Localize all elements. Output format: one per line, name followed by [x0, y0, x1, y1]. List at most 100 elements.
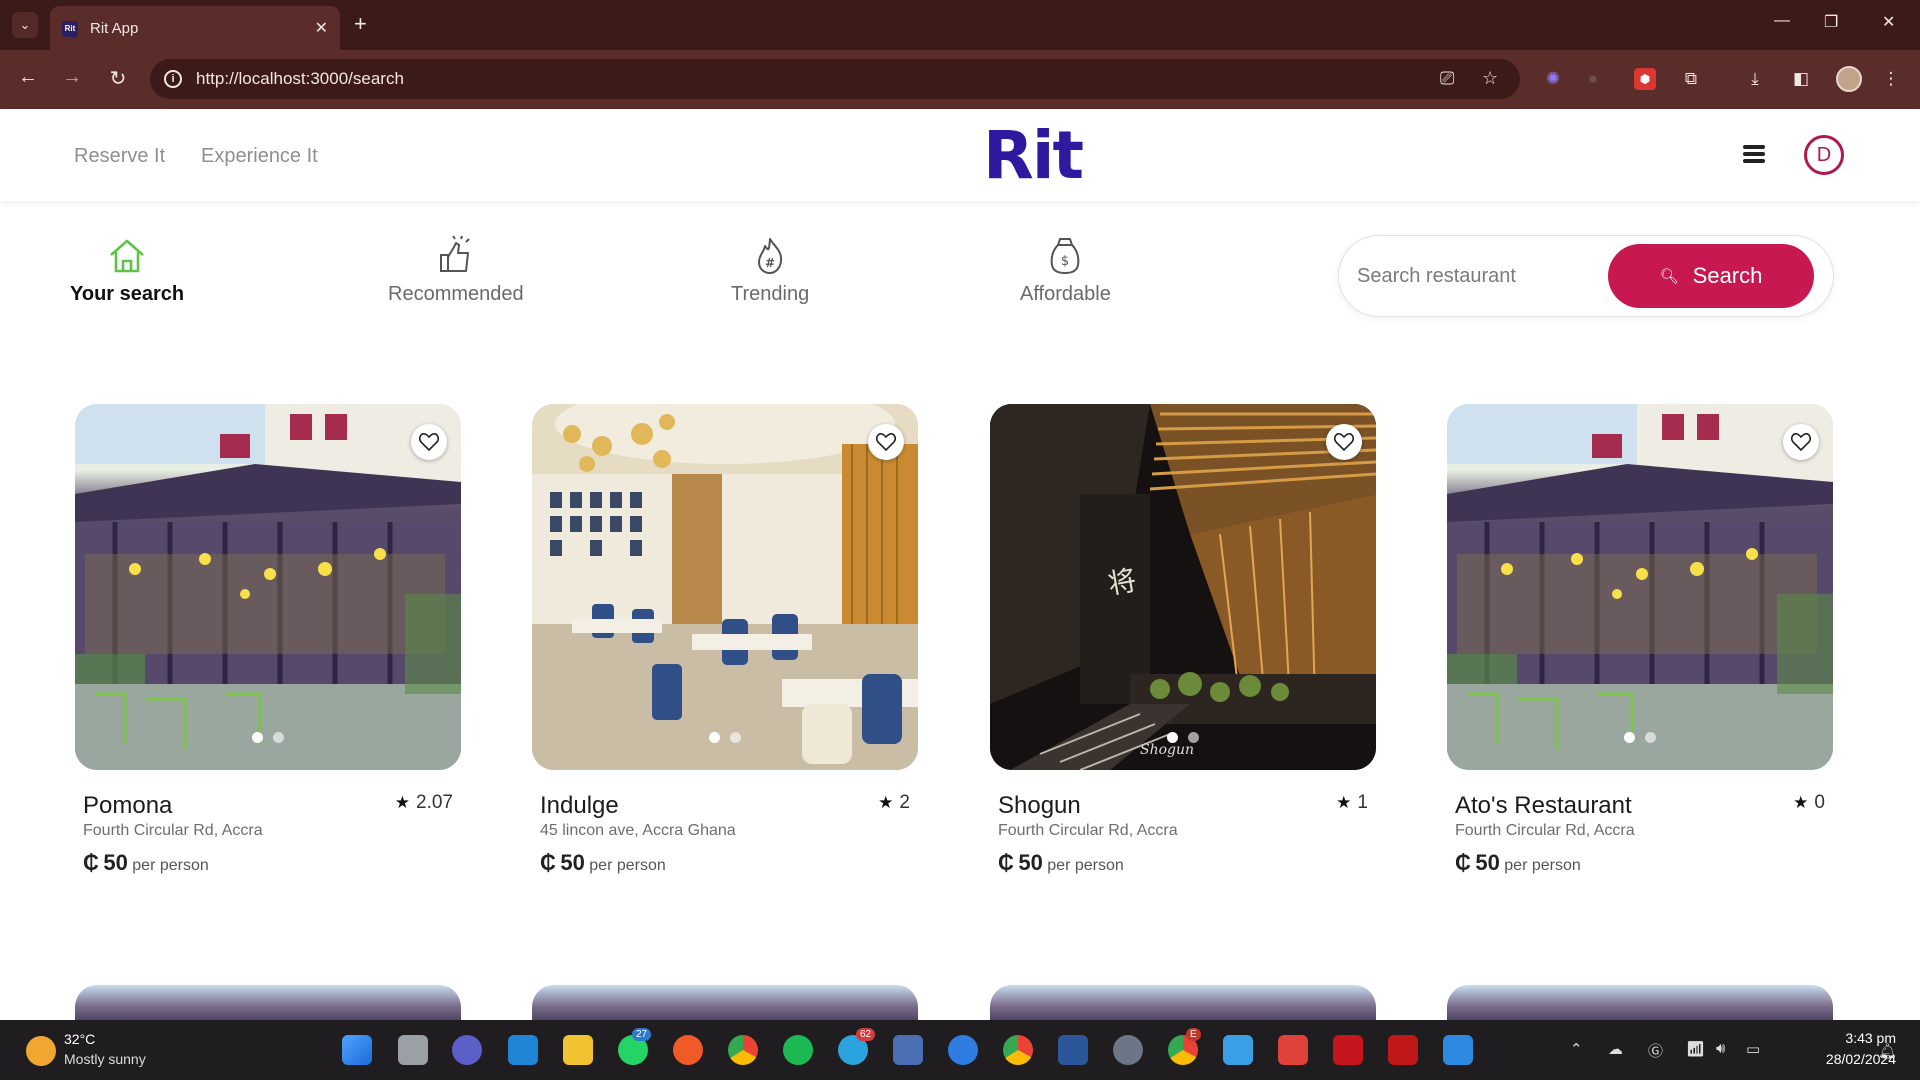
remote-desktop-icon[interactable] [893, 1035, 923, 1065]
restaurant-card-partial[interactable] [990, 985, 1376, 1021]
windows-taskbar: 32°C Mostly sunny 27 62 E ⌃ ☁ Ⓖ 📶︎ 🔊︎ ▭ … [0, 1020, 1920, 1080]
restaurant-card-partial[interactable] [75, 985, 461, 1021]
file-explorer-icon[interactable] [563, 1035, 593, 1065]
side-panel-icon[interactable]: ◧ [1790, 68, 1812, 90]
reload-button[interactable]: ↻ [104, 66, 132, 91]
search-input[interactable] [1357, 258, 1607, 294]
browser-tab[interactable]: Rit Rit App ✕ [50, 6, 340, 50]
battery-icon[interactable]: ▭ [1746, 1040, 1760, 1058]
onedrive-icon[interactable]: ☁ [1608, 1040, 1623, 1058]
category-your-search[interactable]: Your search [70, 235, 184, 306]
price-amount: 50 [1475, 850, 1500, 875]
restaurant-card-partial[interactable] [532, 985, 918, 1021]
restaurant-photo[interactable] [75, 404, 461, 770]
app-header: Reserve It Experience It Rit D [0, 109, 1920, 201]
restaurant-name[interactable]: Shogun [998, 792, 1081, 820]
nav-link-reserve-it[interactable]: Reserve It [74, 145, 165, 168]
grammarly-tray-icon[interactable]: Ⓖ [1648, 1040, 1663, 1061]
weather-temperature[interactable]: 32°C [64, 1031, 95, 1047]
favorite-heart-icon[interactable] [868, 424, 904, 460]
rating-value: 1 [1357, 792, 1368, 813]
category-trending[interactable]: # Trending [731, 235, 809, 306]
close-window-button[interactable]: ✕ [1882, 12, 1895, 32]
search-button[interactable]: 🔍︎ Search [1608, 244, 1814, 308]
start-menu-icon[interactable] [342, 1035, 372, 1065]
restaurant-name[interactable]: Ato's Restaurant [1455, 792, 1632, 820]
category-affordable[interactable]: $ Affordable [1020, 235, 1111, 306]
tab-search-button[interactable]: ⌄ [12, 12, 38, 38]
extensions-puzzle-icon[interactable]: ⧉ [1680, 68, 1702, 90]
user-avatar[interactable]: D [1804, 135, 1844, 175]
notepad-icon[interactable] [1223, 1035, 1253, 1065]
restaurant-photo[interactable]: 将 Shogun [990, 404, 1376, 770]
address-bar[interactable]: i http://localhost:3000/search ⎚ ☆ [150, 59, 1520, 99]
mcafee-icon[interactable] [1388, 1035, 1418, 1065]
category-label: Your search [70, 283, 185, 305]
restaurant-name[interactable]: Indulge [540, 792, 619, 820]
rating-value: 0 [1814, 792, 1825, 813]
nav-link-experience-it[interactable]: Experience It [201, 145, 318, 168]
category-label: Trending [731, 283, 810, 305]
favorite-heart-icon[interactable] [1326, 424, 1362, 460]
favorite-heart-icon[interactable] [411, 424, 447, 460]
photos-icon[interactable] [1443, 1035, 1473, 1065]
notification-bell-icon[interactable]: 🔔︎ [1878, 1042, 1897, 1060]
anydesk-icon[interactable] [1278, 1035, 1308, 1065]
favorite-heart-icon[interactable] [1783, 424, 1819, 460]
grammarly-icon[interactable] [948, 1035, 978, 1065]
restaurant-card[interactable]: Pomona ★ 2.07 Fourth Circular Rd, Accra ₵… [75, 404, 461, 875]
price-amount: 50 [103, 850, 128, 875]
install-app-icon[interactable]: ⎚ [1440, 68, 1454, 89]
teams-chat-icon[interactable] [452, 1035, 482, 1065]
rit-logo[interactable]: Rit [983, 117, 1084, 194]
acrobat-icon[interactable] [1333, 1035, 1363, 1065]
category-recommended[interactable]: Recommended [388, 235, 524, 306]
spotify-icon[interactable] [783, 1035, 813, 1065]
close-tab-icon[interactable]: ✕ [315, 18, 328, 38]
more-menu-icon[interactable]: ⋮ [1880, 68, 1902, 90]
restaurant-rating: ★ 2.07 [395, 792, 453, 814]
carousel-dots[interactable] [1162, 730, 1204, 748]
downloads-icon[interactable]: ⤓ [1744, 68, 1766, 90]
extension-icon[interactable]: ✺ [1542, 68, 1564, 90]
currency-symbol: ₵ [83, 850, 99, 875]
carousel-dots[interactable] [1619, 730, 1661, 748]
chrome-active-icon[interactable] [1003, 1035, 1033, 1065]
site-info-icon[interactable]: i [164, 70, 182, 88]
restaurant-card[interactable]: Indulge ★ 2 45 lincon ave, Accra Ghana ₵ … [532, 404, 918, 875]
fire-hashtag-icon: # [758, 238, 783, 274]
carousel-dots[interactable] [704, 730, 746, 748]
settings-gear-icon[interactable] [1113, 1035, 1143, 1065]
bookmark-star-icon[interactable]: ☆ [1482, 68, 1498, 89]
word-icon[interactable] [1058, 1035, 1088, 1065]
vscode-icon[interactable] [508, 1035, 538, 1065]
browser-profile-avatar[interactable] [1836, 66, 1862, 92]
new-tab-button[interactable]: + [354, 11, 367, 37]
carousel-dots[interactable] [247, 730, 289, 748]
restaurant-card[interactable]: Ato's Restaurant ★ 0 Fourth Circular Rd, … [1447, 404, 1833, 875]
extension-dark-icon[interactable]: ● [1582, 68, 1604, 90]
restaurant-card[interactable]: 将 Shogun Shogun ★ 1 Fourth Circular Rd, A… [990, 404, 1376, 875]
restore-button[interactable]: ❐ [1824, 12, 1838, 32]
restaurant-price: ₵ 50 per person [1455, 850, 1581, 876]
wifi-icon[interactable]: 📶︎ [1686, 1040, 1705, 1058]
restaurant-card-partial[interactable] [1447, 985, 1833, 1021]
postman-icon[interactable] [673, 1035, 703, 1065]
minimize-button[interactable]: — [1774, 12, 1790, 30]
chrome-icon[interactable] [728, 1035, 758, 1065]
back-button[interactable]: ← [14, 66, 42, 89]
url-text[interactable]: http://localhost:3000/search [196, 69, 404, 89]
restaurant-photo[interactable] [532, 404, 918, 770]
svg-text:$: $ [1061, 254, 1069, 269]
price-unit: per person [1047, 857, 1124, 874]
restaurant-photo[interactable] [1447, 404, 1833, 770]
restaurant-name[interactable]: Pomona [83, 792, 172, 820]
hamburger-menu-icon[interactable] [1743, 145, 1765, 163]
extension-red-icon[interactable]: ⬢ [1634, 68, 1656, 90]
weather-description[interactable]: Mostly sunny [64, 1051, 146, 1067]
forward-button[interactable]: → [58, 66, 86, 89]
weather-sun-icon[interactable] [26, 1036, 56, 1066]
task-view-icon[interactable] [398, 1035, 428, 1065]
tray-chevron-up-icon[interactable]: ⌃ [1570, 1040, 1583, 1058]
volume-icon[interactable]: 🔊︎ [1716, 1040, 1725, 1057]
